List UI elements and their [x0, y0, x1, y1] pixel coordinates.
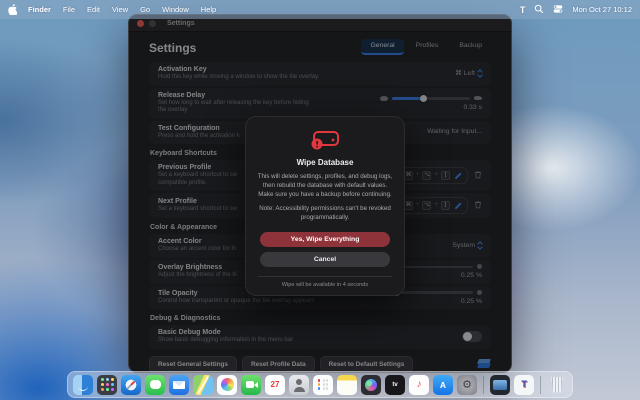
wipe-countdown-text: Wipe will be available in 4 seconds — [281, 281, 369, 288]
menu-item-go[interactable]: Go — [140, 5, 150, 14]
desktop-wallpaper: Finder File Edit View Go Window Help T Mon Oct… — [0, 0, 640, 400]
cancel-button[interactable]: Cancel — [260, 251, 390, 267]
menu-item-help[interactable]: Help — [201, 5, 216, 14]
reminders-icon[interactable] — [313, 374, 333, 395]
t-app-menubar-icon[interactable]: T — [520, 5, 526, 15]
control-center-icon[interactable] — [553, 4, 563, 16]
external-drive-warning-icon — [256, 128, 394, 152]
dock-separator — [483, 375, 484, 394]
dock: 27 tv ♪ A ⚙ T — [67, 371, 573, 398]
menu-bar: Finder File Edit View Go Window Help T Mon Oct… — [0, 0, 640, 19]
contacts-icon[interactable] — [289, 374, 309, 395]
dock-separator — [540, 375, 541, 394]
dialog-title: Wipe Database — [296, 158, 354, 167]
wipe-database-dialog: Wipe Database This will delete settings,… — [245, 116, 405, 296]
system-settings-icon[interactable]: ⚙ — [457, 374, 477, 395]
safari-icon[interactable] — [121, 374, 141, 395]
photos-icon[interactable] — [217, 374, 237, 395]
menu-item-edit[interactable]: Edit — [87, 5, 100, 14]
menu-item-view[interactable]: View — [112, 5, 128, 14]
calendar-icon[interactable]: 27 — [265, 374, 285, 395]
maps-icon[interactable] — [193, 374, 213, 395]
facetime-icon[interactable] — [241, 374, 261, 395]
screen-window-icon[interactable] — [490, 374, 510, 395]
dialog-note: Note: Accessibility permissions can't be… — [259, 205, 391, 222]
menu-item-file[interactable]: File — [63, 5, 75, 14]
tv-icon[interactable]: tv — [385, 374, 405, 395]
app-store-icon[interactable]: A — [433, 374, 453, 395]
launchpad-icon[interactable] — [97, 374, 117, 395]
apple-menu-icon[interactable] — [8, 4, 18, 15]
search-icon[interactable] — [534, 4, 544, 16]
confirm-wipe-button[interactable]: Yes, Wipe Everything — [260, 231, 390, 247]
siri-icon[interactable] — [361, 374, 381, 395]
finder-icon[interactable] — [73, 374, 93, 395]
menu-items: Finder File Edit View Go Window Help — [28, 5, 216, 14]
menubar-clock[interactable]: Mon Oct 27 10:12 — [572, 5, 632, 14]
notes-icon[interactable] — [337, 374, 357, 395]
mail-icon[interactable] — [169, 374, 189, 395]
dialog-body: This will delete settings, profiles, and… — [257, 173, 393, 198]
menu-item-finder[interactable]: Finder — [28, 5, 51, 14]
music-icon[interactable]: ♪ — [409, 374, 429, 395]
messages-icon[interactable] — [145, 374, 165, 395]
menu-item-window[interactable]: Window — [162, 5, 189, 14]
trash-icon[interactable] — [547, 375, 567, 395]
app-t-icon[interactable]: T — [514, 374, 534, 395]
